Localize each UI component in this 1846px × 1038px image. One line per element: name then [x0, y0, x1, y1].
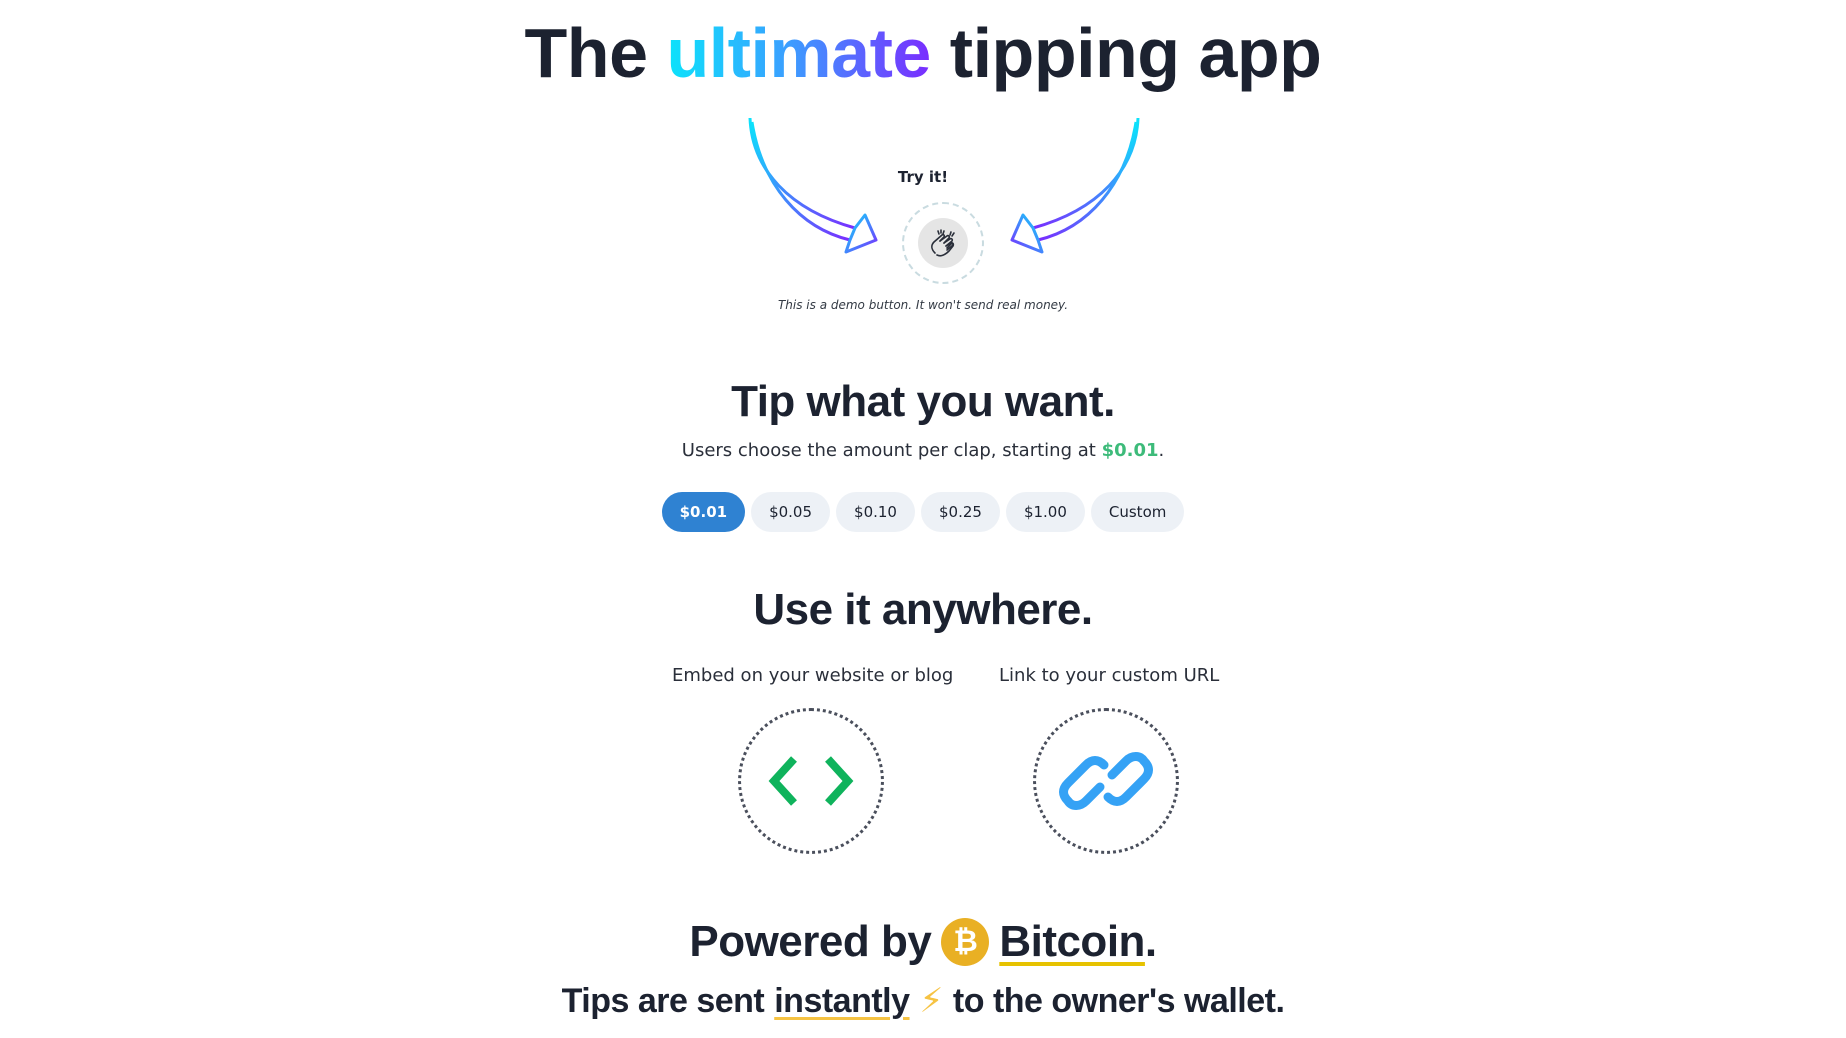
clap-demo-button[interactable] [902, 202, 984, 284]
title-highlight: ultimate [666, 14, 931, 92]
tip-subtitle-text: Users choose the amount per clap, starti… [681, 440, 1096, 461]
amount-option-0-01[interactable]: $0.01 [661, 492, 746, 532]
bitcoin-link[interactable]: Bitcoin [999, 917, 1145, 966]
powered-period: . [1144, 917, 1157, 966]
tagline-before: Tips are sent [561, 982, 765, 1020]
title-after: tipping app [949, 14, 1322, 92]
powered-by-line: Powered by ₿ Bitcoin. [0, 912, 1846, 972]
bitcoin-icon: ₿ [941, 918, 990, 966]
clap-icon-wrap [918, 218, 968, 268]
amount-option-0-10[interactable]: $0.10 [836, 492, 915, 532]
powered-by-text: Powered by [689, 917, 932, 966]
tip-heading: Tip what you want. [731, 377, 1115, 426]
min-amount: $0.01 [1101, 440, 1159, 461]
tip-subtitle: Users choose the amount per clap, starti… [0, 440, 1846, 461]
tip-subtitle-period: . [1158, 440, 1165, 461]
tagline-after: to the owner's wallet. [952, 982, 1285, 1020]
amount-option-1-00[interactable]: $1.00 [1005, 492, 1085, 532]
link-chain-icon [1059, 752, 1153, 810]
amount-option-0-25[interactable]: $0.25 [920, 492, 1000, 532]
amount-option-0-05[interactable]: $0.05 [751, 492, 831, 532]
hero-title: The ultimate tipping app [0, 8, 1846, 98]
code-brackets-icon [768, 756, 854, 806]
use-anywhere-heading: Use it anywhere. [753, 585, 1093, 634]
link-label: Link to your custom URL [999, 665, 1220, 686]
clapping-hands-icon [931, 229, 955, 257]
link-option[interactable] [1033, 708, 1179, 854]
amount-selector: $0.01 $0.05 $0.10 $0.25 $1.00 Custom [0, 492, 1846, 532]
amount-option-custom[interactable]: Custom [1090, 492, 1185, 532]
instantly-emphasis: instantly [774, 982, 910, 1020]
embed-option[interactable] [738, 708, 884, 854]
try-it-label: Try it! [897, 168, 949, 186]
tagline: Tips are sent instantly ⚡ to the owner's… [0, 978, 1846, 1024]
title-before: The [524, 14, 648, 92]
demo-disclaimer: This is a demo button. It won't send rea… [777, 298, 1069, 312]
embed-label: Embed on your website or blog [672, 665, 954, 686]
lightning-icon: ⚡ [919, 981, 944, 1021]
